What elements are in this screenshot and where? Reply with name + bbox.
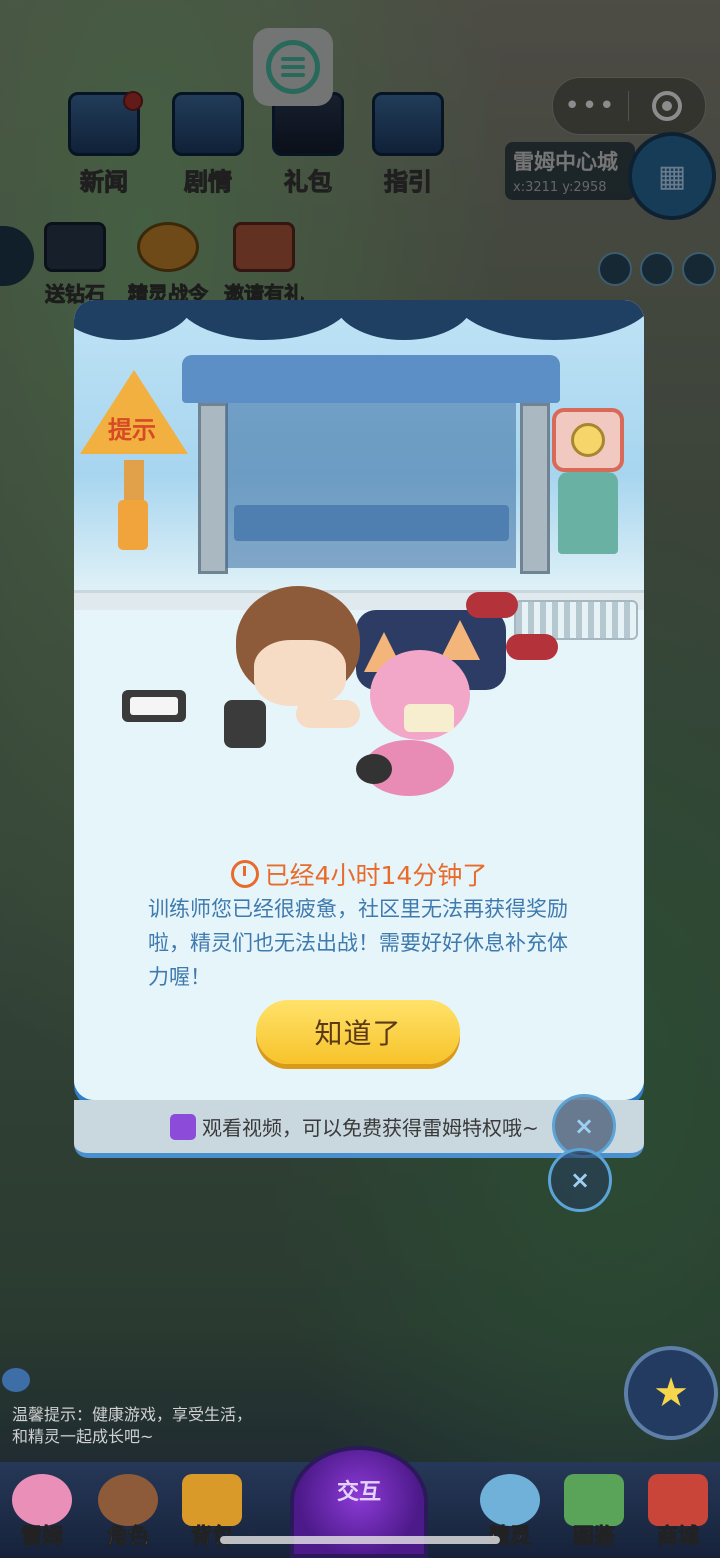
- tab-bag-label: 背包: [191, 1524, 234, 1549]
- bus-stop-roof: [182, 355, 560, 403]
- star-icon: ★: [653, 1370, 689, 1416]
- close-icon: ×: [573, 1112, 595, 1140]
- health-tip: 温馨提示：健康游戏，享受生活， 和精灵一起成长吧~: [12, 1404, 252, 1448]
- health-tip-line-2: 和精灵一起成长吧~: [12, 1427, 154, 1446]
- tab-role-label: 角色: [107, 1524, 150, 1549]
- bus-stop-bench: [234, 505, 509, 541]
- hint-sign: 提示: [80, 370, 188, 460]
- tab-catalog-label: 图鉴: [573, 1524, 616, 1549]
- trainer-shoe: [506, 634, 558, 660]
- bag-icon: [182, 1474, 242, 1526]
- tab-leimu[interactable]: 雷姆: [6, 1474, 78, 1550]
- tab-shop-label: 商城: [657, 1524, 700, 1549]
- star-button[interactable]: ★: [624, 1346, 718, 1440]
- bus-stop-glass: [226, 403, 516, 568]
- trainer-face: [254, 640, 346, 706]
- fox-spirit-tail: [356, 740, 454, 796]
- fatigue-message: 训练师您已经很疲惫，社区里无法再获得奖励啦，精灵们也无法出战！需要好好休息补充体…: [148, 897, 568, 989]
- tab-spirit-label: 精灵: [489, 1524, 532, 1549]
- trainer-shoe: [466, 592, 518, 618]
- bus-stop-post-right: [520, 403, 550, 574]
- home-indicator[interactable]: [220, 1536, 500, 1544]
- tab-role[interactable]: 角色: [92, 1474, 164, 1550]
- cloud-border: [74, 300, 644, 350]
- interact-label: 交互: [336, 1480, 381, 1505]
- sign-base: [118, 500, 148, 550]
- fox-spirit-ear: [440, 620, 480, 660]
- clock-sign-icon: [552, 408, 624, 472]
- hint-sign-text: 提示: [108, 416, 156, 444]
- trainer-glove: [224, 700, 266, 748]
- clock-icon: [230, 860, 259, 888]
- tab-leimu-label: 雷姆: [21, 1524, 64, 1549]
- mailbox-icon: [558, 472, 618, 554]
- spirit-icon: [480, 1474, 540, 1526]
- chat-icon[interactable]: [2, 1368, 30, 1392]
- tab-shop[interactable]: 商城: [642, 1474, 714, 1550]
- bus-stop-post-left: [198, 403, 228, 574]
- close-icon: ×: [569, 1166, 591, 1194]
- trainer-arm: [296, 700, 360, 728]
- video-clapper-icon: [170, 1113, 196, 1140]
- watch-video-text: 观看视频，可以免费获得雷姆特权哦~: [202, 1116, 539, 1140]
- close-video-button[interactable]: ×: [548, 1148, 612, 1212]
- sign-pole: [124, 460, 144, 500]
- role-icon: [98, 1474, 158, 1526]
- fox-spirit-scarf: [404, 704, 454, 732]
- elapsed-time: 已经4小时14分钟了: [74, 856, 644, 892]
- elapsed-time-text: 已经4小时14分钟了: [264, 861, 488, 890]
- fatigue-modal: 提示 已经4小时14分钟了 训练师您已经很疲惫，社区里无法再获得奖励啦，精灵们也…: [74, 300, 644, 1100]
- health-tip-line-1: 温馨提示：健康游戏，享受生活，: [12, 1405, 253, 1424]
- catalog-icon: [564, 1474, 624, 1526]
- leimu-icon: [12, 1474, 72, 1526]
- tab-catalog[interactable]: 图鉴: [558, 1474, 630, 1550]
- confirm-button[interactable]: 知道了: [256, 1000, 460, 1064]
- phone-icon: [122, 690, 186, 722]
- shop-icon: [648, 1474, 708, 1526]
